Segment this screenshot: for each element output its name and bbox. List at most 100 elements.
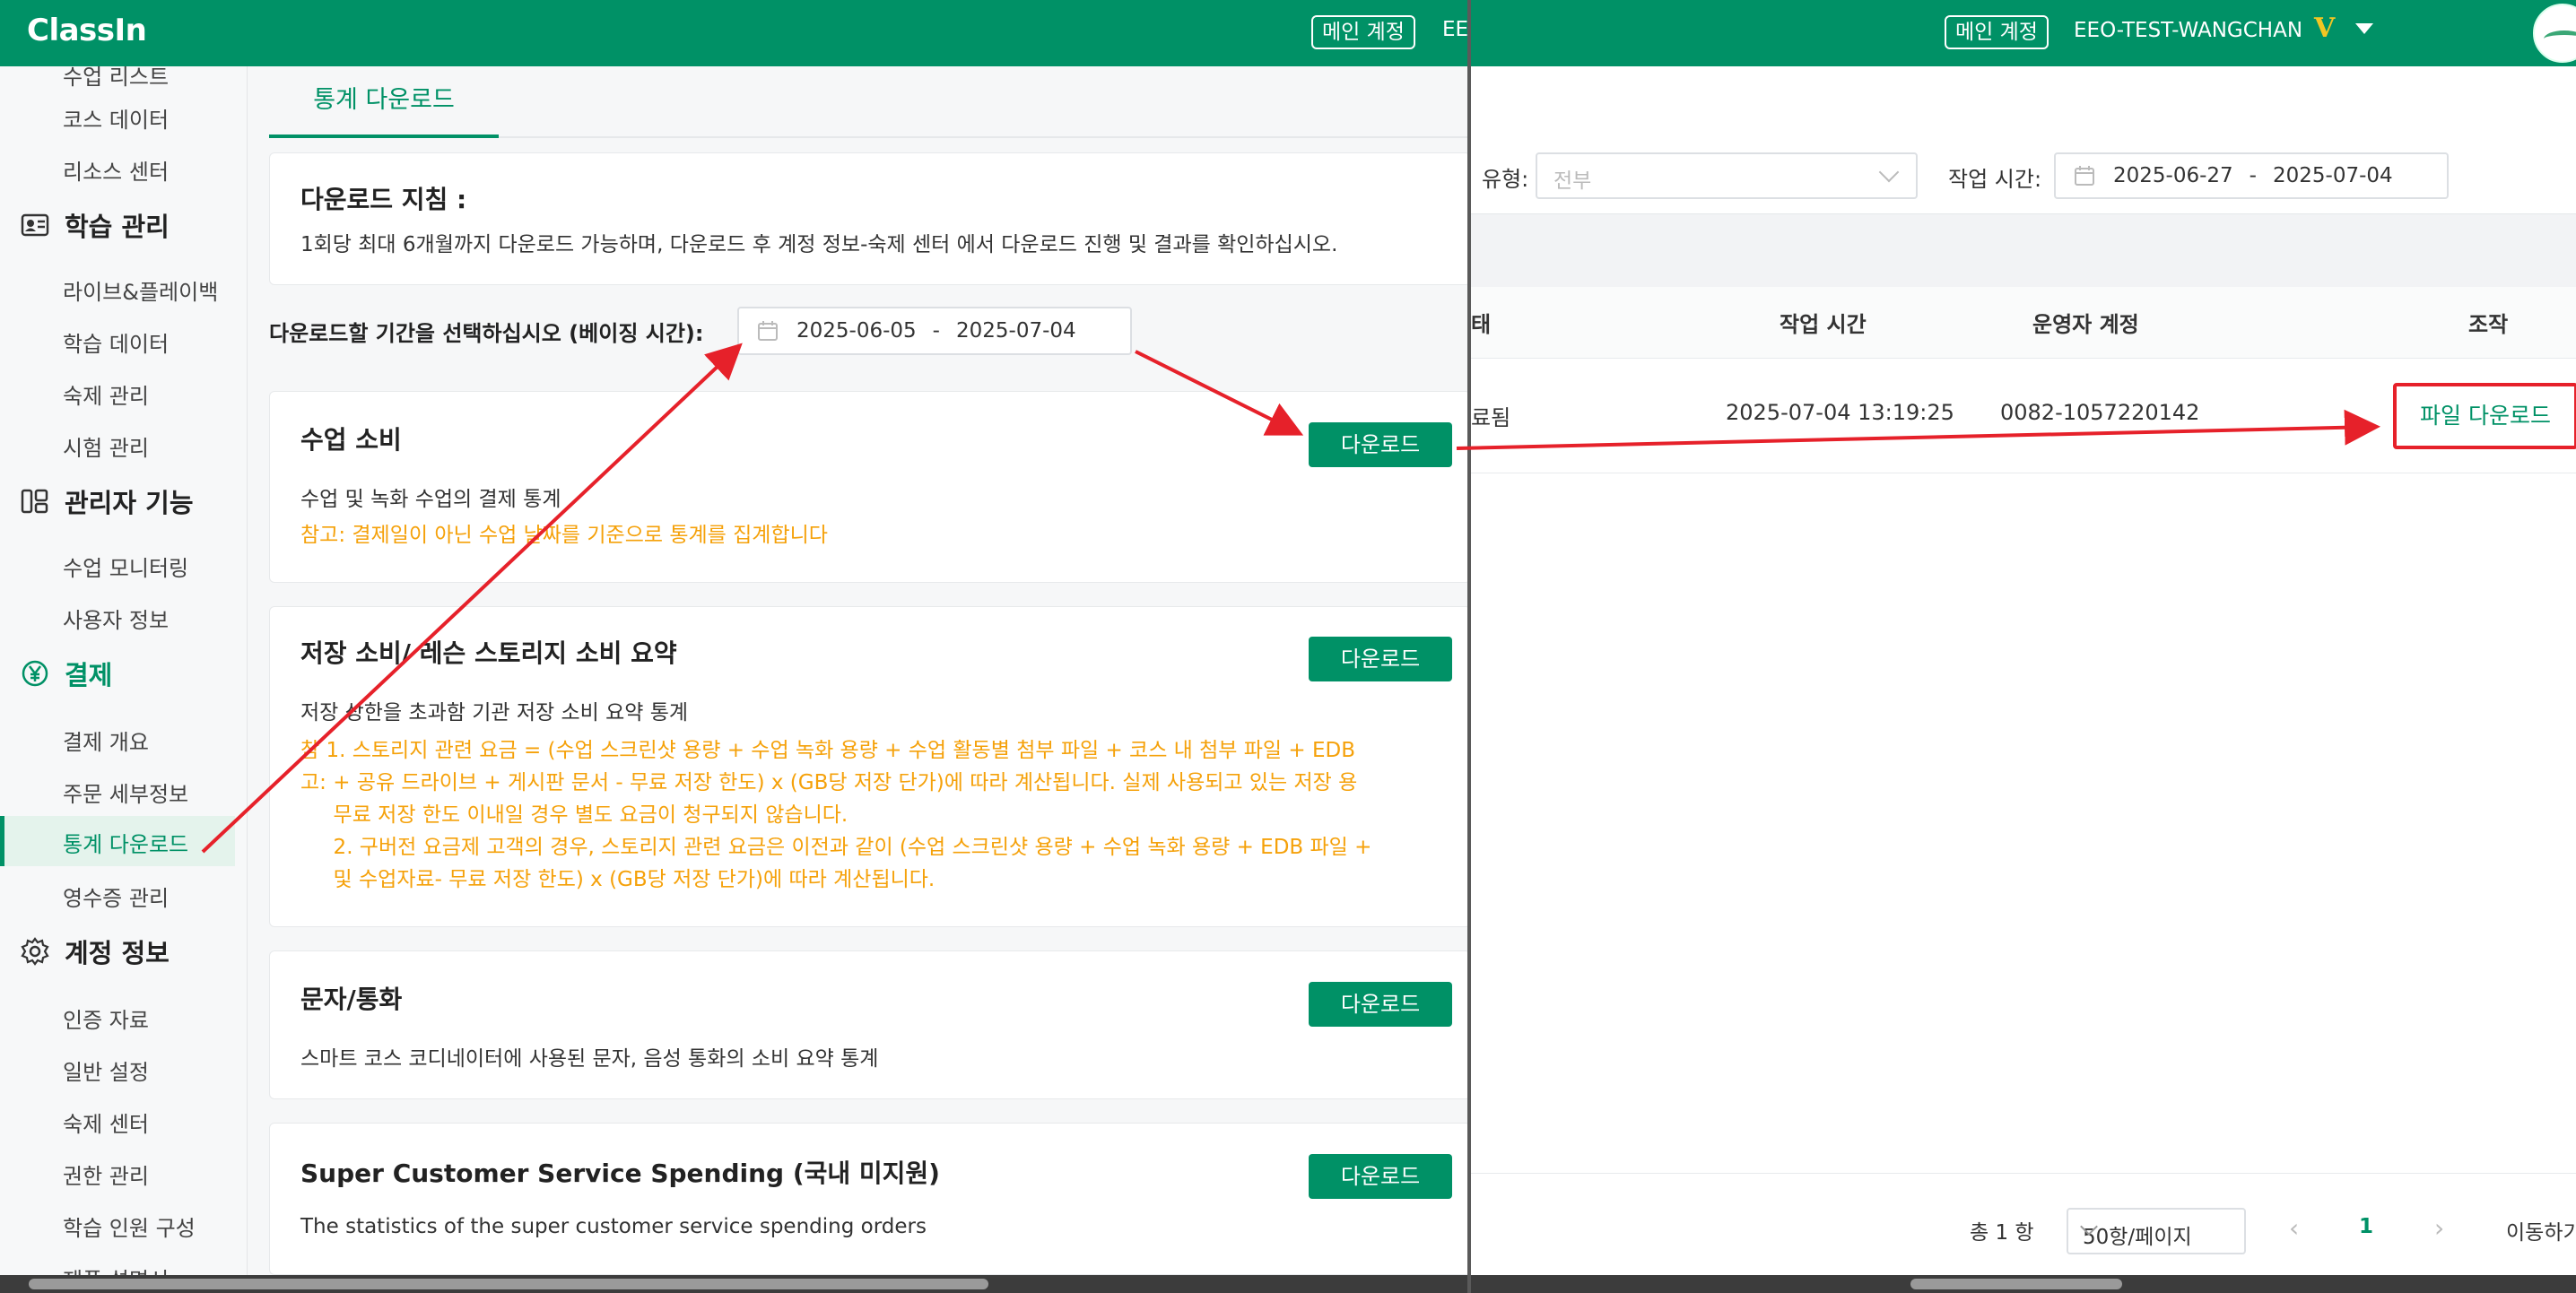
main-account-badge[interactable]: 메인 계정 [1311, 15, 1415, 49]
avatar[interactable] [2533, 4, 2576, 63]
card-description: The statistics of the super customer ser… [300, 1215, 927, 1238]
sms-call-download-button[interactable]: 다운로드 [1309, 982, 1452, 1027]
column-status: 태 [1471, 312, 1492, 337]
storage-download-button[interactable]: 다운로드 [1309, 637, 1452, 681]
page-size-value: 50항/페이지 [2083, 1226, 2192, 1249]
card-title: 문자/통화 [300, 985, 403, 1014]
column-operator: 운영자 계정 [2032, 312, 2139, 337]
card-title: 저장 소비/ 레슨 스토리지 소비 요약 [300, 638, 677, 668]
filter-type-label: 유형: [1482, 167, 1529, 192]
table-row: 료됨 2025-07-04 13:19:25 0082-1057220142 파… [1471, 359, 2576, 473]
row-status: 료됨 [1471, 405, 1511, 430]
tab-statistics-download[interactable]: 통계 다운로드 [269, 66, 499, 138]
column-work-time: 작업 시간 [1780, 312, 1867, 337]
horizontal-scrollbar[interactable] [1471, 1275, 2576, 1293]
card-note: 참고: 결제일이 아닌 수업 날짜를 기준으로 통계를 집계합니다 [300, 524, 828, 547]
gear-icon [20, 936, 50, 967]
card-note-line: 참 1. 스토리지 관련 요금 = (수업 스크린샷 용량 + 수업 녹화 용량… [300, 739, 1356, 762]
id-card-icon [20, 210, 50, 240]
card-note-line: 고: + 공유 드라이브 + 게시판 문서 - 무료 저장 한도) x (GB당… [300, 771, 1358, 794]
statistics-download-window: ClassIn 메인 계정 EE( 수업 리스트 코스 데이터 리소스 센터 학… [0, 0, 1467, 1293]
download-guide-card: 다운로드 지침 : 1회당 최대 6개월까지 다운로드 가능하며, 다운로드 후… [269, 152, 1467, 285]
guide-text: 1회당 최대 6개월까지 다운로드 가능하며, 다운로드 후 계정 정보-숙제 … [300, 233, 1338, 256]
next-page-icon[interactable]: › [2434, 1213, 2444, 1243]
guide-title: 다운로드 지침 : [300, 185, 467, 214]
filter-separator: - [2249, 164, 2257, 187]
sidebar-item-staff-config[interactable]: 학습 인원 구성 [63, 1211, 196, 1242]
classin-logo[interactable]: ClassIn [27, 13, 147, 48]
sidebar-item-user-info[interactable]: 사용자 정보 [63, 603, 169, 634]
sidebar-section-label: 결제 [65, 660, 113, 690]
select-placeholder: 전부 [1553, 169, 1592, 193]
sidebar-section-payment[interactable]: 결제 [20, 655, 112, 692]
sms-call-card: 문자/통화 스마트 코스 코디네이터에 사용된 문자, 음성 통화의 소비 요약… [269, 950, 1467, 1099]
sidebar-item-statistics-download[interactable]: 통계 다운로드 [0, 816, 235, 866]
top-bar: 메인 계정 EEO-TEST-WANGCHAN V [1471, 0, 2576, 66]
sidebar-section-label: 학습 관리 [65, 212, 170, 242]
super-customer-download-button[interactable]: 다운로드 [1309, 1154, 1452, 1199]
prev-page-icon[interactable]: ‹ [2289, 1213, 2299, 1243]
homework-center-window: 메인 계정 EEO-TEST-WANGCHAN V 유형: 전부 작업 시간: … [1471, 0, 2576, 1293]
row-operator: 0082-1057220142 [2000, 400, 2200, 425]
sidebar-item-label: 통계 다운로드 [63, 832, 189, 857]
sidebar-item-class-list[interactable]: 수업 리스트 [63, 66, 169, 91]
account-dropdown-caret-icon[interactable] [2355, 23, 2373, 34]
sidebar-section-label: 계정 정보 [65, 938, 170, 968]
sidebar-item-permissions[interactable]: 권한 관리 [63, 1158, 149, 1190]
screenshot-root: ClassIn 메인 계정 EE( 수업 리스트 코스 데이터 리소스 센터 학… [0, 0, 2576, 1293]
card-note-line: 무료 저장 한도 이내일 경우 별도 요금이 청구되지 않습니다. [300, 803, 849, 827]
card-description: 스마트 코스 코디네이터에 사용된 문자, 음성 통화의 소비 요약 통계 [300, 1047, 879, 1071]
page-size-select[interactable]: 50항/페이지 [2067, 1208, 2246, 1254]
yen-circle-icon [20, 658, 50, 689]
filter-time-range-picker[interactable]: 2025-06-27 - 2025-07-04 [2054, 152, 2449, 199]
sidebar-item-live-playback[interactable]: 라이브&플레이백 [63, 274, 218, 306]
filter-end-date: 2025-07-04 [2272, 164, 2393, 187]
sidebar-item-course-data[interactable]: 코스 데이터 [63, 102, 169, 134]
account-name-fragment[interactable]: EE( [1442, 18, 1467, 41]
sidebar-item-exam[interactable]: 시험 관리 [63, 430, 149, 462]
row-work-time: 2025-07-04 13:19:25 [1726, 400, 1954, 425]
page-number-current[interactable]: 1 [2359, 1215, 2373, 1238]
scrollbar-thumb[interactable] [29, 1279, 988, 1289]
tab-bar: 통계 다운로드 [269, 66, 1467, 138]
goto-page-label: 이동하기 [2506, 1221, 2576, 1245]
card-description: 수업 및 녹화 수업의 결제 통계 [300, 488, 561, 511]
sidebar-item-homework-center[interactable]: 숙제 센터 [63, 1106, 149, 1138]
card-note-line: 2. 구버전 요금제 고객의 경우, 스토리지 관련 요금은 이전과 같이 (수… [300, 836, 1372, 859]
table-header: 태 작업 시간 운영자 계정 조작 [1471, 287, 2576, 359]
sidebar-section-learning[interactable]: 학습 관리 [20, 206, 170, 244]
file-download-link[interactable]: 파일 다운로드 [2393, 383, 2576, 449]
sidebar-item-homework[interactable]: 숙제 관리 [63, 378, 149, 410]
main-account-badge[interactable]: 메인 계정 [1945, 15, 2049, 49]
pagination: 총 1 항 50항/페이지 ‹ 1 › 이동하기 [1471, 1173, 2576, 1280]
sidebar-item-payment-overview[interactable]: 결제 개요 [63, 725, 149, 756]
column-action: 조작 [2468, 312, 2509, 337]
calendar-icon [757, 320, 779, 342]
sidebar-section-account[interactable]: 계정 정보 [20, 933, 170, 970]
pagination-total: 총 1 항 [1970, 1221, 2034, 1245]
sidebar-item-order-details[interactable]: 주문 세부정보 [63, 777, 188, 808]
card-description: 저장 상한을 초과함 기관 저장 소비 요약 통계 [300, 701, 689, 725]
sidebar-item-receipt-management[interactable]: 영수증 관리 [63, 881, 169, 912]
toolbar-strip [1471, 213, 2576, 287]
period-end-date: 2025-07-04 [955, 319, 1076, 343]
period-label: 다운로드할 기간을 선택하십시오 (베이징 시간): [269, 321, 704, 346]
sidebar-item-certification[interactable]: 인증 자료 [63, 1002, 149, 1034]
sidebar-item-resource-center[interactable]: 리소스 센터 [63, 154, 169, 186]
account-name[interactable]: EEO-TEST-WANGCHAN [2074, 19, 2302, 42]
storage-consumption-card: 저장 소비/ 레슨 스토리지 소비 요약 저장 상한을 초과함 기관 저장 소비… [269, 606, 1467, 927]
sidebar-item-class-monitoring[interactable]: 수업 모니터링 [63, 551, 188, 582]
calendar-icon [2074, 165, 2095, 187]
filter-type-select[interactable]: 전부 [1536, 152, 1918, 199]
sidebar: 수업 리스트 코스 데이터 리소스 센터 학습 관리 라이브&플레이백 학습 데… [0, 66, 248, 1293]
sidebar-section-label: 관리자 기능 [65, 488, 194, 518]
sidebar-item-learning-data[interactable]: 학습 데이터 [63, 326, 169, 358]
filter-start-date: 2025-06-27 [2113, 164, 2233, 187]
sidebar-section-admin[interactable]: 관리자 기능 [20, 482, 194, 520]
period-date-range-picker[interactable]: 2025-06-05 - 2025-07-04 [737, 307, 1132, 355]
horizontal-scrollbar[interactable] [0, 1275, 1467, 1293]
class-consumption-download-button[interactable]: 다운로드 [1309, 422, 1452, 467]
admin-tools-icon [20, 486, 50, 516]
sidebar-item-general-settings[interactable]: 일반 설정 [63, 1054, 149, 1086]
scrollbar-thumb[interactable] [1910, 1279, 2122, 1289]
